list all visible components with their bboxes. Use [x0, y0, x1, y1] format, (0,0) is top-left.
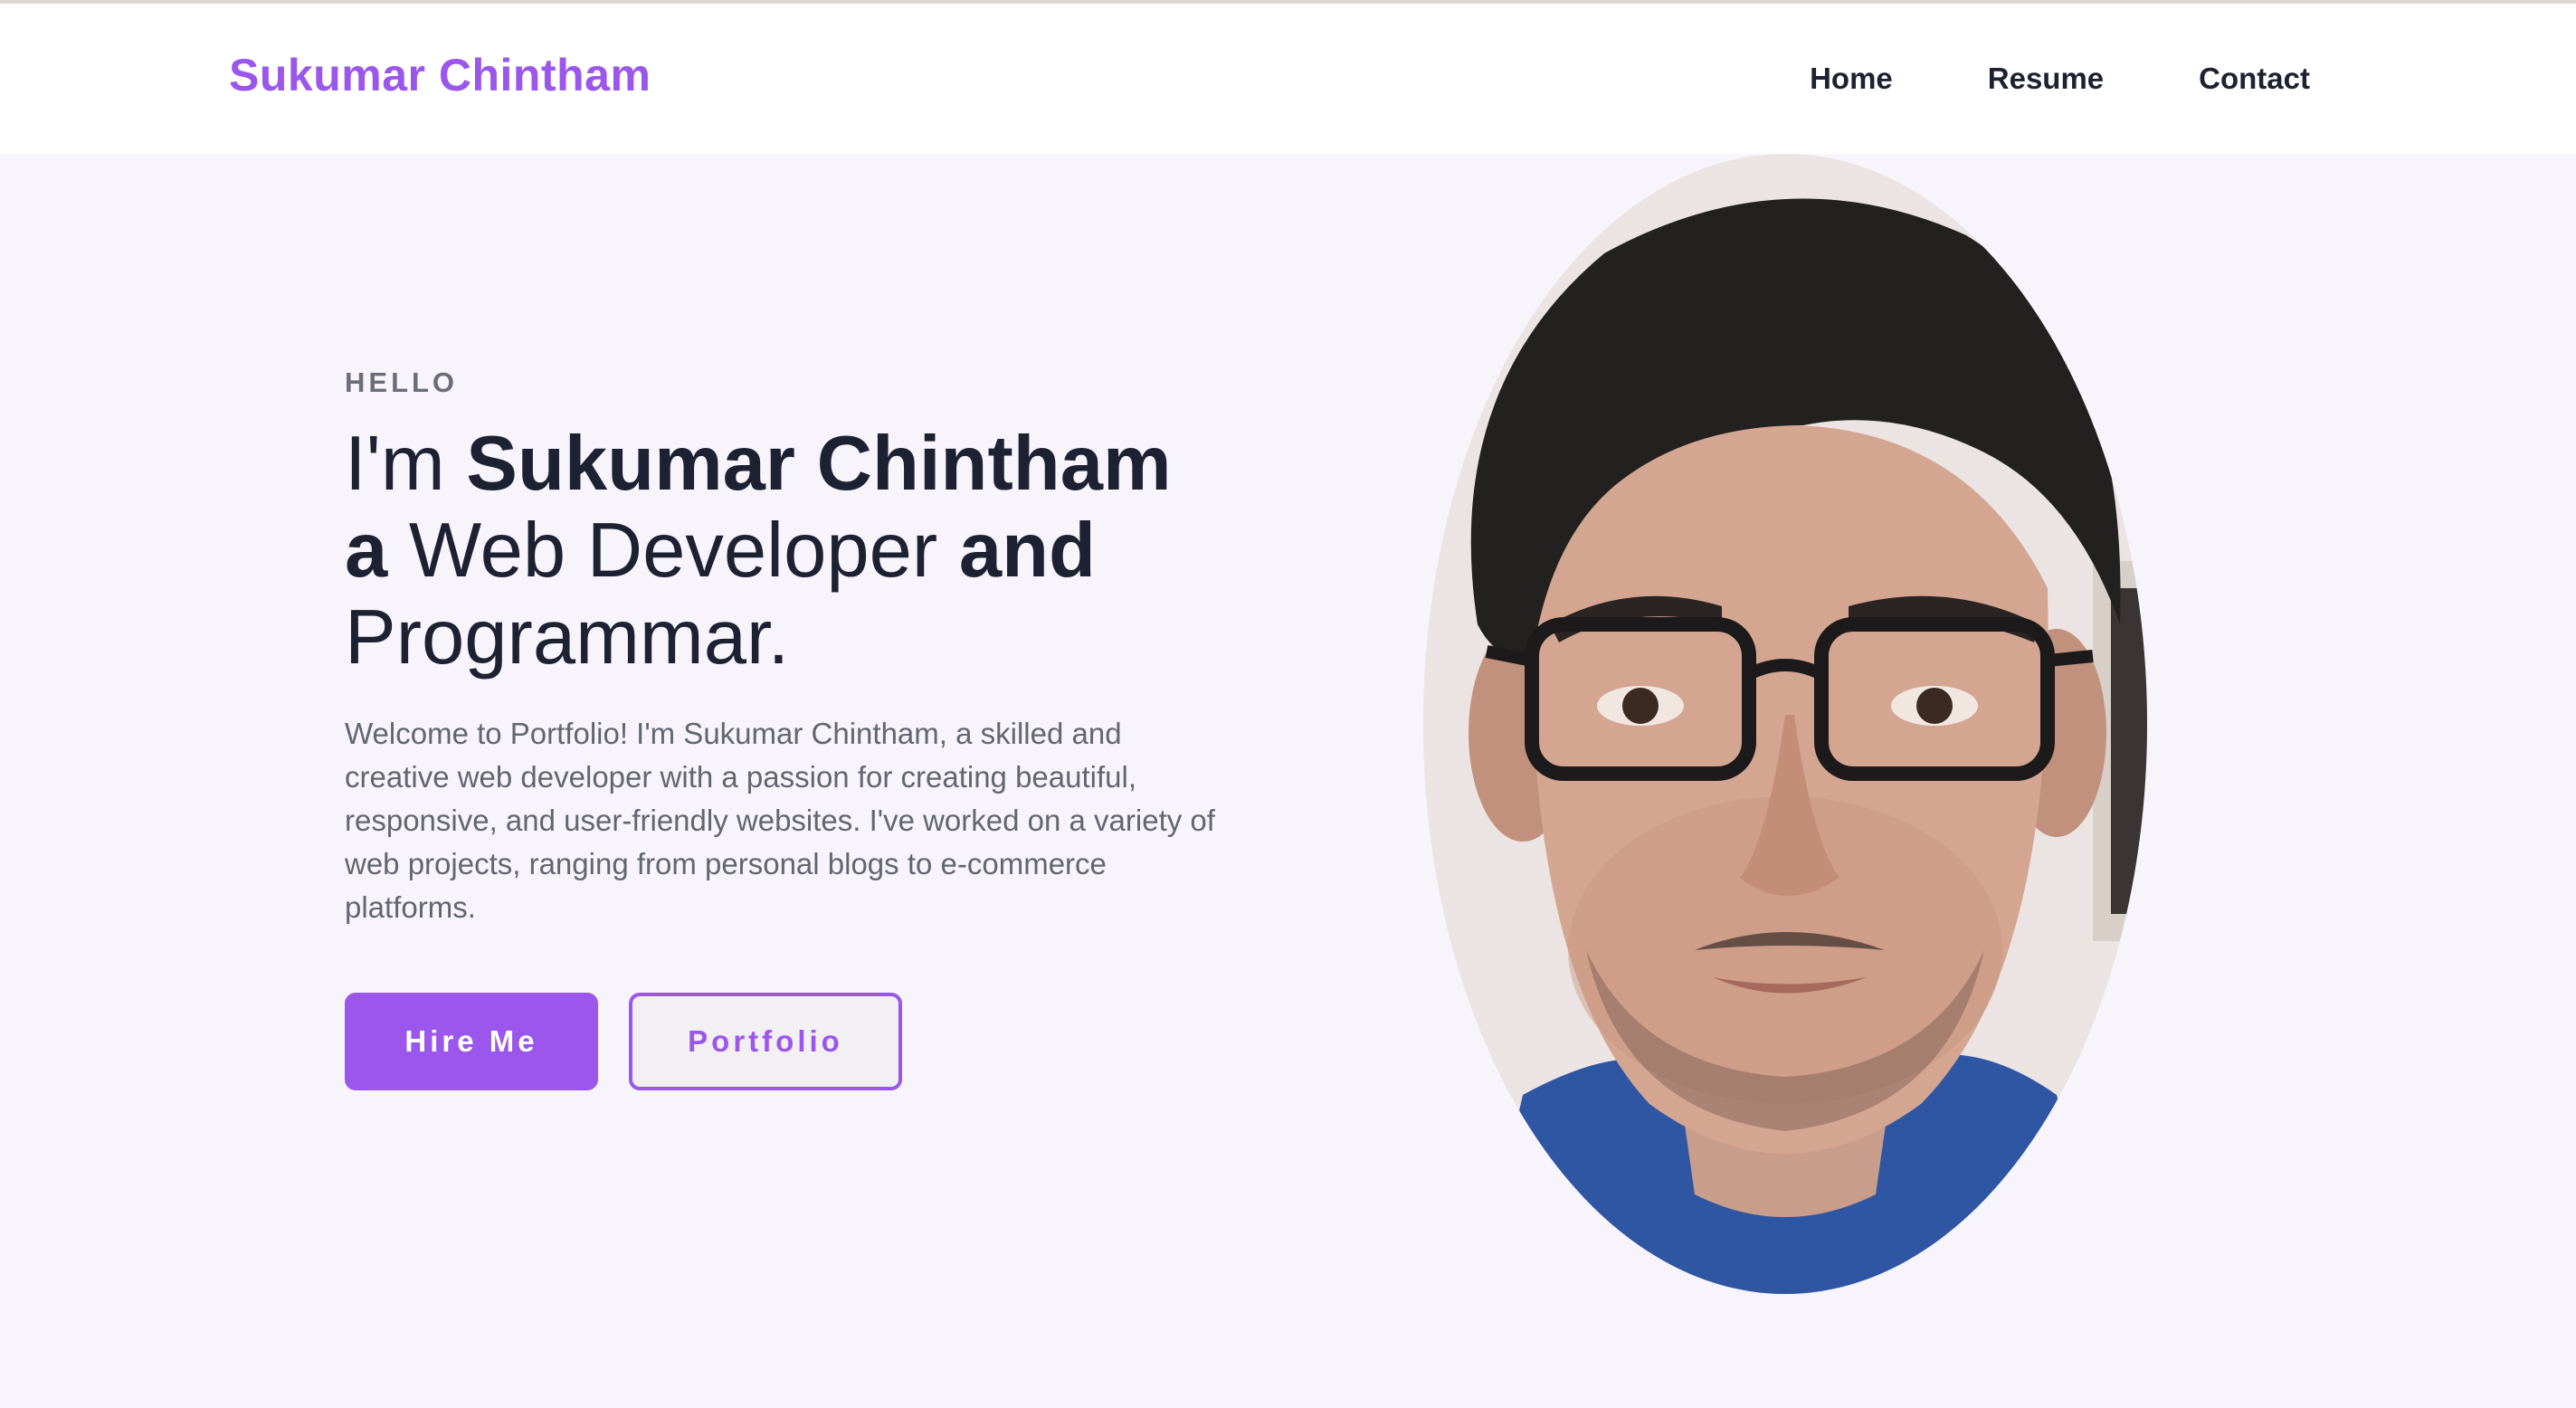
hero-section: HELLO I'm Sukumar Chintham a Web Develope… — [0, 154, 2576, 1408]
headline-name: Sukumar Chintham — [466, 421, 1172, 507]
hero-headline: I'm Sukumar Chintham a Web Developer and P… — [345, 421, 1250, 681]
portfolio-button[interactable]: Portfolio — [629, 993, 902, 1090]
headline-im: I'm — [345, 421, 467, 507]
headline-role2: Programmar. — [345, 595, 790, 680]
brand-logo[interactable]: Sukumar Chintham — [229, 49, 651, 101]
headline-and: and — [958, 508, 1096, 594]
nav-links: Home Resume Contact — [1810, 62, 2310, 96]
hero-text: HELLO I'm Sukumar Chintham a Web Develope… — [345, 366, 1250, 1090]
nav-link-resume[interactable]: Resume — [1988, 62, 2104, 96]
nav-link-home[interactable]: Home — [1810, 62, 1893, 96]
headline-a: a — [345, 508, 388, 594]
top-navbar: Sukumar Chintham Home Resume Contact — [0, 0, 2576, 154]
profile-photo — [1423, 154, 2147, 1294]
hero-intro: Welcome to Portfolio! I'm Sukumar Chinth… — [345, 717, 1215, 924]
hire-me-button[interactable]: Hire Me — [345, 993, 598, 1090]
hero-eyebrow: HELLO — [345, 366, 459, 398]
nav-link-contact[interactable]: Contact — [2199, 62, 2310, 96]
headline-role: Web Developer — [387, 508, 959, 594]
hero-buttons: Hire Me Portfolio — [345, 993, 1250, 1090]
